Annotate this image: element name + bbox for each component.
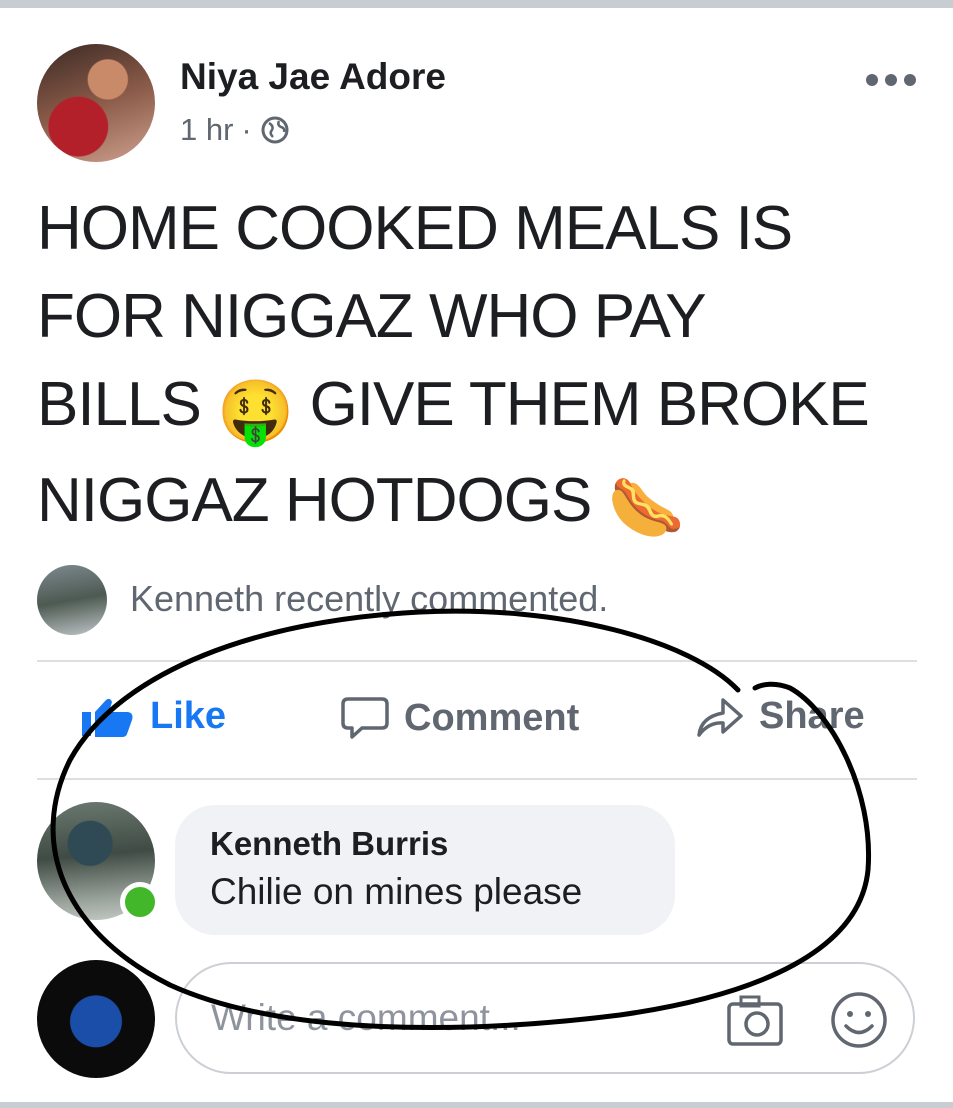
comment-text: Chilie on mines please [210, 871, 583, 912]
recent-activity-text: Kenneth recently commented. [130, 578, 609, 619]
author-name[interactable]: Niya Jae Adore [180, 56, 446, 98]
more-options-icon[interactable] [866, 68, 920, 92]
comment-input[interactable] [209, 992, 713, 1044]
post-meta: 1 hr · [180, 112, 290, 148]
money-mouth-emoji: 🤑 [217, 378, 294, 447]
post-line-1: HOME COOKED MEALS IS [37, 194, 793, 263]
meta-separator: · [241, 112, 252, 147]
like-label: Like [150, 695, 227, 737]
bottom-border [0, 1102, 953, 1108]
divider-top [37, 660, 917, 662]
camera-icon[interactable] [725, 992, 785, 1048]
top-border [0, 0, 953, 8]
commenter-small-avatar[interactable] [37, 565, 107, 635]
author-avatar[interactable] [37, 44, 155, 162]
post-time[interactable]: 1 hr [180, 112, 233, 148]
comment-label: Comment [404, 696, 580, 739]
post-text: HOME COOKED MEALS IS FOR NIGGAZ WHO PAY … [37, 185, 927, 553]
comment-composer[interactable] [175, 962, 915, 1074]
comment-button[interactable]: Comment [340, 695, 579, 741]
globe-icon [261, 116, 289, 144]
like-icon [82, 698, 133, 737]
share-button[interactable]: Share [695, 695, 865, 738]
smiley-icon[interactable] [829, 990, 889, 1050]
hand-drawn-circle [50, 608, 872, 1030]
like-button[interactable]: Like [80, 695, 226, 738]
comment-author[interactable]: Kenneth Burris [210, 825, 448, 863]
comment-bubble[interactable]: Kenneth Burris Chilie on mines please [175, 805, 675, 935]
online-status-dot [120, 882, 160, 922]
hotdog-emoji: 🌭 [607, 474, 685, 543]
divider-bottom [37, 778, 917, 780]
comment-icon [341, 697, 389, 739]
post-line-2: FOR NIGGAZ WHO PAY [37, 282, 707, 351]
post-line-3: BILLS 🤑 GIVE THEM BROKE [37, 361, 927, 457]
post-line-4: NIGGAZ HOTDOGS 🌭 [37, 457, 927, 553]
share-icon [697, 697, 743, 737]
viewer-avatar[interactable] [37, 960, 155, 1078]
share-label: Share [759, 695, 865, 737]
